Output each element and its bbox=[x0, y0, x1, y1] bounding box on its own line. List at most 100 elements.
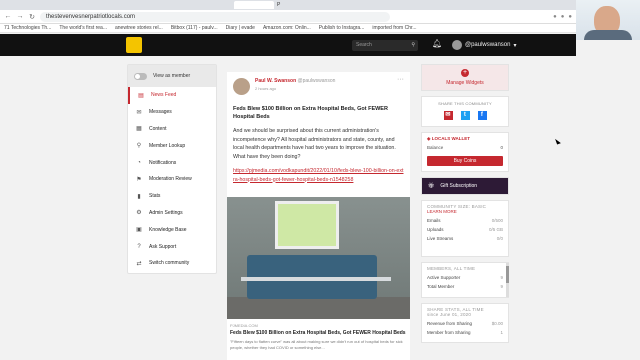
view-as-member-toggle[interactable]: View as member bbox=[128, 65, 216, 87]
support-icon: ? bbox=[137, 243, 141, 250]
browser-tab[interactable] bbox=[188, 1, 210, 9]
stat-value: 9 bbox=[500, 275, 503, 280]
nav-item-member-lookup[interactable]: ⚲ Member Lookup bbox=[128, 137, 216, 154]
buy-coins-button[interactable]: Buy Coins bbox=[427, 156, 503, 166]
nav-label: Member Lookup bbox=[149, 142, 186, 149]
browser-tab[interactable] bbox=[142, 1, 164, 9]
bookmark-item[interactable]: Bitbox (117) - paulv... bbox=[171, 25, 218, 31]
extension-icon[interactable]: ● bbox=[561, 14, 565, 20]
bookmark-item[interactable]: imported from Chr... bbox=[372, 25, 416, 31]
share-title: SHARE THIS COMMUNITY bbox=[438, 101, 492, 106]
notification-bell-icon[interactable]: 🔔︎ bbox=[432, 39, 442, 48]
nav-label: News Feed bbox=[151, 92, 177, 99]
stat-label: Live Streams bbox=[427, 236, 454, 241]
stat-label: Member from Sharing bbox=[427, 330, 471, 335]
search-icon[interactable]: ⚲ bbox=[411, 40, 415, 51]
nav-item-messages[interactable]: ✉ Messages bbox=[128, 104, 216, 121]
chevron-down-icon: ▾ bbox=[513, 42, 517, 49]
share-icons: ✉ t f bbox=[422, 111, 508, 120]
facebook-icon[interactable]: f bbox=[477, 111, 487, 120]
bookmark-item[interactable]: anewtree stories rel... bbox=[115, 25, 163, 31]
browser-tab[interactable] bbox=[165, 1, 187, 9]
wallet-title-text: LOCALS WALLET bbox=[431, 136, 470, 141]
stat-row: Active Supporter 9 bbox=[427, 275, 503, 280]
learn-more-link[interactable]: LEARN MORE bbox=[427, 209, 503, 214]
browser-tab[interactable] bbox=[436, 1, 458, 9]
balance-value: 0 bbox=[500, 145, 503, 150]
active-browser-tab[interactable] bbox=[234, 1, 274, 9]
bookmarks-bar: 71 Technologies Th... The world's first … bbox=[0, 24, 640, 33]
nav-item-switch-community[interactable]: ⇄ Switch community bbox=[128, 255, 216, 272]
stat-row: Total Member 9 bbox=[427, 284, 503, 289]
bookmark-item[interactable]: Diary | evade bbox=[226, 25, 255, 31]
browser-tab[interactable] bbox=[413, 1, 435, 9]
scrollbar-thumb[interactable] bbox=[506, 266, 509, 284]
back-icon[interactable]: ← bbox=[4, 13, 12, 20]
stat-value: 0/0 bbox=[496, 236, 503, 241]
nav-item-stats[interactable]: ▮ Stats bbox=[128, 188, 216, 205]
browser-tab[interactable] bbox=[211, 1, 233, 9]
browser-tab[interactable] bbox=[50, 1, 72, 9]
reload-icon[interactable]: ↻ bbox=[28, 13, 36, 21]
bookmark-item[interactable]: The world's first rea... bbox=[59, 25, 107, 31]
content-icon: ▦ bbox=[136, 126, 142, 133]
stat-value: 0/5 GB bbox=[488, 227, 503, 232]
address-bar: ← → ↻ thestevenvesnerpatriotlocals.com ●… bbox=[0, 10, 640, 24]
user-menu[interactable]: @paulwswanson ▾ bbox=[452, 40, 516, 50]
messages-icon: ✉ bbox=[136, 109, 142, 116]
bookmark-item[interactable]: Amazon.com: Onlin... bbox=[263, 25, 311, 31]
browser-tab[interactable] bbox=[321, 1, 343, 9]
mouse-cursor-icon bbox=[555, 137, 561, 145]
nav-item-knowledge-base[interactable]: ▣ Knowledge Base bbox=[128, 221, 216, 238]
nav-label: Admin Settings bbox=[149, 209, 183, 216]
nav-item-ask-support[interactable]: ? Ask Support bbox=[128, 238, 216, 255]
community-size-widget: COMMUNITY SIZE: BASIC LEARN MORE Emails 0… bbox=[421, 200, 509, 257]
author-name[interactable]: Paul W. Swanson bbox=[255, 78, 296, 84]
twitter-icon[interactable]: t bbox=[460, 111, 470, 120]
post-link[interactable]: https://pjmedia.com/vodkapundit/2022/01/… bbox=[227, 161, 410, 184]
post-author[interactable]: Paul W. Swanson @paulwswanson bbox=[255, 78, 335, 84]
community-logo[interactable] bbox=[126, 37, 142, 53]
url-input[interactable]: thestevenvesnerpatriotlocals.com bbox=[40, 11, 390, 22]
widget-scrollbar[interactable] bbox=[506, 263, 509, 297]
browser-tab[interactable] bbox=[390, 1, 412, 9]
link-preview-image[interactable] bbox=[227, 197, 410, 319]
browser-tab[interactable] bbox=[298, 1, 320, 9]
toggle-switch[interactable] bbox=[134, 72, 147, 80]
browser-tab[interactable] bbox=[367, 1, 389, 9]
email-share-icon[interactable]: ✉ bbox=[443, 111, 453, 120]
presenter-shirt bbox=[584, 30, 632, 40]
extension-icon[interactable]: ● bbox=[568, 14, 572, 20]
search-input[interactable]: Search ⚲ bbox=[352, 40, 418, 51]
browser-tab[interactable] bbox=[73, 1, 95, 9]
author-avatar[interactable] bbox=[233, 78, 250, 95]
plus-icon: + bbox=[461, 69, 469, 77]
search-placeholder: Search bbox=[356, 42, 372, 48]
nav-item-news-feed[interactable]: ▤ News Feed bbox=[128, 87, 216, 104]
browser-tab[interactable]: P bbox=[275, 1, 297, 9]
browser-tab[interactable] bbox=[4, 1, 26, 9]
bookmark-item[interactable]: 71 Technologies Th... bbox=[4, 25, 51, 31]
bookmark-item[interactable]: Publish to Instagra... bbox=[319, 25, 365, 31]
nav-label: Content bbox=[149, 125, 167, 132]
nav-item-admin-settings[interactable]: ⚙ Admin Settings bbox=[128, 205, 216, 222]
manage-widgets-button[interactable]: + Manage Widgets bbox=[421, 64, 509, 91]
gift-label: Gift Subscription bbox=[440, 183, 478, 189]
gift-subscription-button[interactable]: 🎁︎ Gift Subscription bbox=[421, 177, 509, 195]
nav-item-content[interactable]: ▦ Content bbox=[128, 121, 216, 138]
site-header: Search ⚲ 🔔︎ @paulwswanson ▾ bbox=[0, 34, 576, 56]
author-handle: @paulwswanson bbox=[297, 78, 336, 84]
nav-item-moderation-review[interactable]: ⚑ Moderation Review bbox=[128, 171, 216, 188]
browser-tab[interactable] bbox=[119, 1, 141, 9]
stat-value: 1 bbox=[500, 330, 503, 335]
nav-item-notifications[interactable]: ◔ Notifications bbox=[128, 154, 216, 171]
left-sidebar: View as member ▤ News Feed ✉ Messages ▦ Con… bbox=[127, 64, 217, 274]
browser-tab[interactable] bbox=[27, 1, 49, 9]
stat-label: Uploads bbox=[427, 227, 444, 232]
link-title[interactable]: Feds Blew $100 Billion on Extra Hospital… bbox=[230, 330, 408, 337]
browser-tab[interactable] bbox=[96, 1, 118, 9]
more-options-icon[interactable]: ··· bbox=[397, 76, 404, 83]
extension-icon[interactable]: ● bbox=[553, 14, 557, 20]
forward-icon[interactable]: → bbox=[16, 13, 24, 20]
browser-tab[interactable] bbox=[344, 1, 366, 9]
